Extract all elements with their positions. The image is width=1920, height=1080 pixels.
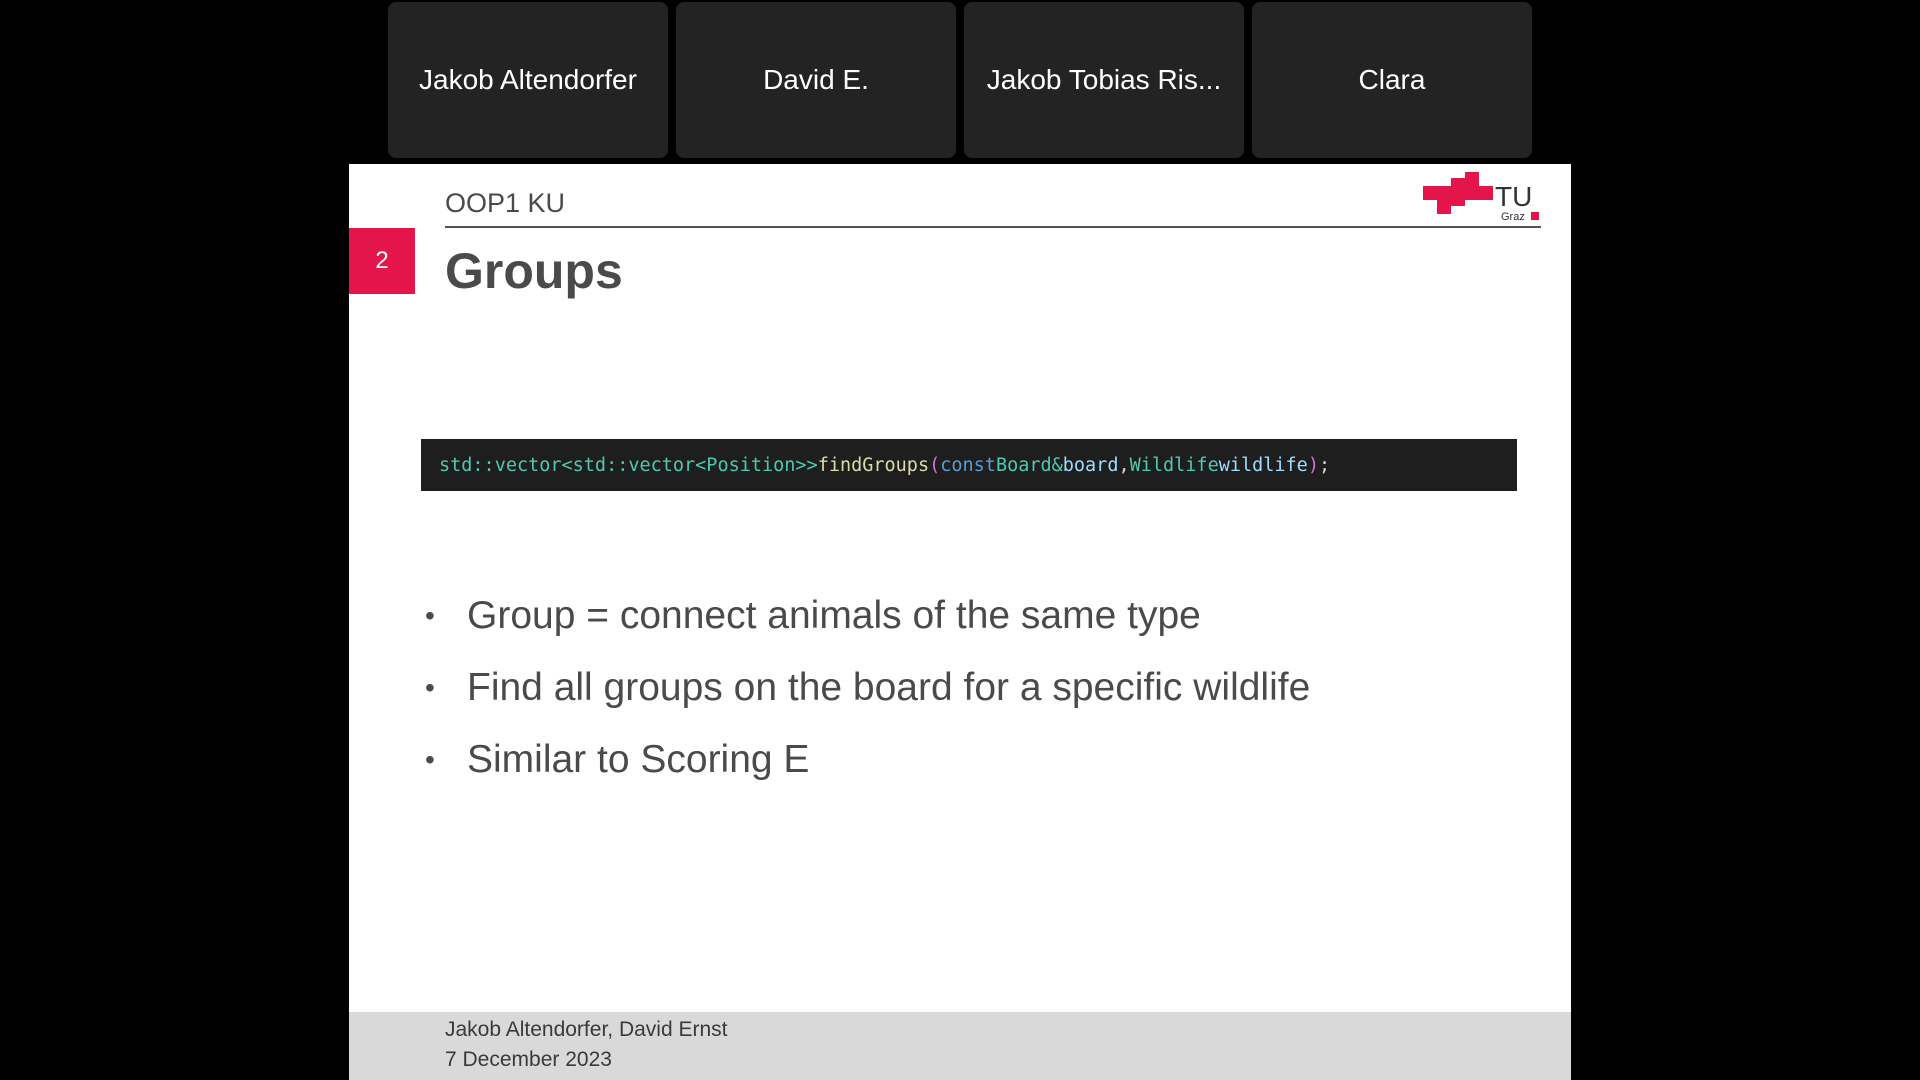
- logo-subtext: Graz: [1501, 211, 1525, 223]
- header-divider: [445, 226, 1541, 228]
- code-const-keyword: const: [940, 454, 996, 476]
- participant-name: David E.: [763, 64, 869, 95]
- code-param1-name: board: [1062, 454, 1119, 476]
- code-function-name: findGroups: [817, 454, 930, 476]
- participant-strip: Jakob Altendorfer David E. Jakob Tobias …: [388, 2, 1532, 158]
- course-title: OOP1 KU: [445, 188, 566, 218]
- tu-graz-logo: TU Graz: [1423, 172, 1539, 223]
- shared-slide: OOP1 KU TU Graz 2 Groups std::vector<std…: [349, 164, 1571, 1080]
- slide-title: Groups: [445, 243, 623, 299]
- participant-name: Jakob Tobias Ris...: [986, 64, 1222, 95]
- code-param2-name: wildlife: [1218, 454, 1308, 476]
- footer-authors: Jakob Altendorfer, David Ernst: [445, 1018, 728, 1041]
- code-close-paren: ): [1307, 454, 1319, 476]
- bullet-list: • Group = connect animals of the same typ…: [421, 580, 1310, 796]
- bullet-dot: •: [425, 744, 435, 775]
- bullet-dot: •: [425, 672, 435, 703]
- footer-date: 7 December 2023: [445, 1048, 612, 1071]
- slide-number: 2: [349, 228, 415, 294]
- bullet-dot: •: [425, 600, 435, 631]
- code-semicolon: ;: [1318, 454, 1331, 476]
- code-param1-type: Board&: [995, 454, 1063, 476]
- participant-tile[interactable]: Jakob Altendorfer: [388, 2, 668, 158]
- code-snippet: std::vector<std::vector<Position>> findG…: [421, 439, 1517, 491]
- participant-name: Clara: [1358, 64, 1426, 95]
- bullet-item: • Group = connect animals of the same typ…: [421, 580, 1310, 652]
- bullet-text: Find all groups on the board for a speci…: [467, 666, 1311, 709]
- code-comma: ,: [1118, 454, 1130, 476]
- logo-text: TU: [1495, 181, 1532, 212]
- bullet-text: Group = connect animals of the same type: [467, 594, 1201, 637]
- code-param2-type: Wildlife: [1129, 454, 1219, 476]
- bullet-text: Similar to Scoring E: [467, 738, 810, 781]
- bullet-item: • Similar to Scoring E: [421, 724, 1310, 796]
- participant-tile[interactable]: Clara: [1252, 2, 1532, 158]
- code-open-paren: (: [929, 454, 941, 476]
- participant-name: Jakob Altendorfer: [419, 64, 637, 95]
- bullet-item: • Find all groups on the board for a spec…: [421, 652, 1310, 724]
- participant-tile[interactable]: David E.: [676, 2, 956, 158]
- slide-footer: Jakob Altendorfer, David Ernst 7 Decembe…: [349, 1012, 1571, 1080]
- code-return-type: std::vector<std::vector<Position>>: [439, 454, 818, 476]
- participant-tile[interactable]: Jakob Tobias Ris...: [964, 2, 1244, 158]
